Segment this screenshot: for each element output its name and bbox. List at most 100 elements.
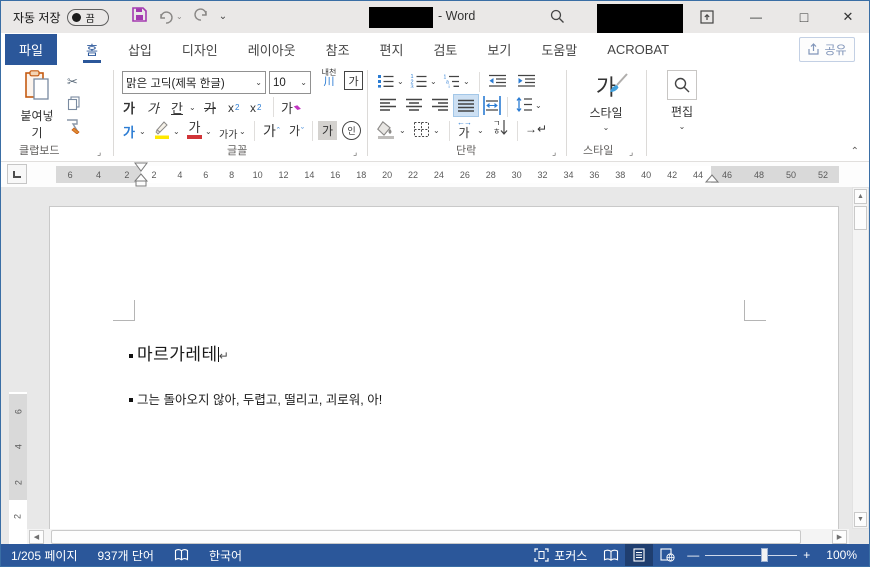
shading-dropdown-icon[interactable]: ⌄ [399,127,406,135]
ruler-text-area[interactable]: 2 4 6 8 10 12 14 16 18 20 22 24 26 28 30 32 34 36 38 40 42 44 [141,166,711,183]
phonetic-guide-button[interactable]: 내천 川 [318,69,340,88]
bullets-button[interactable] [377,73,394,93]
save-icon[interactable] [131,6,148,28]
numbering-dropdown-icon[interactable]: ⌄ [430,78,437,86]
styles-dialog-launcher[interactable]: ⌟ [629,147,633,158]
justify-button[interactable] [453,94,479,117]
horizontal-scroll-thumb[interactable] [51,530,801,544]
paste-button[interactable]: 붙여넣기 ⌄ [15,70,59,151]
character-border-button[interactable]: 가 [344,71,363,90]
ruler-left-margin[interactable]: 642 [56,166,141,183]
tab-file[interactable]: 파일 [5,34,57,65]
document-page[interactable]: 마르가레테↵ 그는 돌아오지 않아, 두렵고, 떨리고, 괴로워, 아! [49,206,839,546]
character-width-button[interactable]: ←→ 가 [457,119,472,140]
autosave-toggle[interactable]: 끔 [66,9,109,26]
web-layout-button[interactable] [653,544,681,566]
ribbon-display-options-icon[interactable] [699,9,715,30]
character-shading-button[interactable]: 가 [318,121,337,140]
minimize-button[interactable]: — [733,1,779,33]
italic-button[interactable]: 가 [147,97,159,118]
print-layout-button[interactable] [625,544,654,566]
body-paragraph[interactable]: 그는 돌아오지 않아, 두렵고, 떨리고, 괴로워, 아! [129,389,382,408]
customize-qat-icon[interactable]: ⌄ [219,12,227,22]
change-case-button[interactable]: 가가 [219,123,237,144]
subscript-button[interactable]: x2 [228,97,239,118]
vertical-scrollbar[interactable]: ▲ ▼ [852,187,869,529]
word-count[interactable]: 937개 단어 [87,544,163,566]
line-spacing-dropdown-icon[interactable]: ⌄ [535,102,542,110]
zoom-in-button[interactable]: + [797,544,816,566]
copy-icon[interactable] [67,96,81,116]
shading-button[interactable] [377,120,397,144]
close-button[interactable]: ✕ [825,1,869,33]
char-width-dropdown-icon[interactable]: ⌄ [477,127,484,135]
bullets-dropdown-icon[interactable]: ⌄ [397,78,404,86]
tab-selector[interactable] [7,164,27,184]
tab-insert[interactable]: 삽입 [113,33,167,66]
borders-dropdown-icon[interactable]: ⌄ [433,127,440,135]
superscript-button[interactable]: x2 [250,97,261,118]
line-spacing-button[interactable] [515,96,533,118]
search-icon[interactable] [549,8,566,30]
autosave-control[interactable]: 자동 저장 끔 [13,9,109,26]
styles-dropdown-icon[interactable]: ⌄ [573,124,639,132]
clipboard-dialog-launcher[interactable]: ⌟ [97,147,101,158]
language-indicator[interactable]: 한국어 [199,544,252,566]
font-name-combo[interactable]: 맑은 고딕(제목 한글) ⌄ [122,71,266,94]
indent-markers[interactable] [133,162,149,187]
decrease-indent-button[interactable] [488,73,507,93]
font-dialog-launcher[interactable]: ⌟ [353,147,357,158]
distribute-button[interactable] [482,95,502,121]
scroll-right-button[interactable]: ▶ [832,530,847,544]
change-case-dropdown-icon[interactable]: ⌄ [239,128,246,136]
redo-button[interactable] [193,7,209,27]
font-color-dropdown-icon[interactable]: ⌄ [205,128,212,136]
zoom-level[interactable]: 100% [816,544,869,566]
zoom-out-button[interactable]: — [681,544,705,566]
numbering-button[interactable]: 123 [410,73,427,93]
tab-design[interactable]: 디자인 [167,33,233,66]
editing-dropdown-icon[interactable]: ⌄ [653,123,711,131]
multilevel-dropdown-icon[interactable]: ⌄ [463,78,470,86]
highlight-dropdown-icon[interactable]: ⌄ [173,128,180,136]
ruler-right-margin[interactable]: 46 48 50 52 [711,166,839,183]
grow-font-button[interactable]: 가ˆ [263,120,280,141]
enclose-characters-button[interactable]: 인 [342,121,361,140]
editing-button[interactable]: 편집 ⌄ [653,70,711,140]
tab-home[interactable]: 홈 [71,33,113,66]
vertical-ruler[interactable]: 6 4 2 2468101214 [9,392,27,546]
multilevel-list-button[interactable]: 1ai [443,73,460,93]
zoom-slider-thumb[interactable] [761,548,769,562]
clear-formatting-button[interactable]: 가 ▰ [281,97,304,118]
shrink-font-button[interactable]: 가ˇ [289,120,304,141]
increase-indent-button[interactable] [517,73,536,93]
vertical-scroll-thumb[interactable] [854,206,867,230]
scroll-up-button[interactable]: ▲ [854,189,867,204]
strikethrough-button[interactable]: 가 [204,97,216,118]
highlight-color-button[interactable] [153,119,171,144]
tab-acrobat[interactable]: ACROBAT [592,33,684,66]
share-button[interactable]: 공유 [799,37,855,62]
sort-button[interactable]: ㄱ ㅎ [493,119,508,136]
right-indent-marker[interactable] [704,174,720,184]
proofing-icon[interactable] [164,544,199,566]
font-size-combo[interactable]: 10 ⌄ [269,71,311,94]
font-name-dropdown-icon[interactable]: ⌄ [255,78,262,87]
zoom-slider[interactable] [705,544,798,566]
format-painter-icon[interactable] [65,118,82,139]
read-mode-button[interactable] [597,544,625,566]
tab-layout[interactable]: 레이아웃 [233,33,311,66]
scroll-down-button[interactable]: ▼ [854,512,867,527]
font-size-dropdown-icon[interactable]: ⌄ [300,78,307,87]
styles-button[interactable]: 가 스타일 ⌄ [573,70,639,140]
undo-button[interactable]: ⌄ [158,10,183,25]
tab-review[interactable]: 검토 [418,33,472,66]
underline-button[interactable]: 간 [171,97,183,118]
text-effects-button[interactable]: 가 [123,121,135,142]
tab-mailings[interactable]: 편지 [365,33,419,66]
undo-dropdown-icon[interactable]: ⌄ [176,13,183,21]
borders-button[interactable] [413,121,430,143]
align-center-button[interactable] [405,98,423,117]
align-right-button[interactable] [431,98,449,117]
tab-view[interactable]: 보기 [472,33,526,66]
